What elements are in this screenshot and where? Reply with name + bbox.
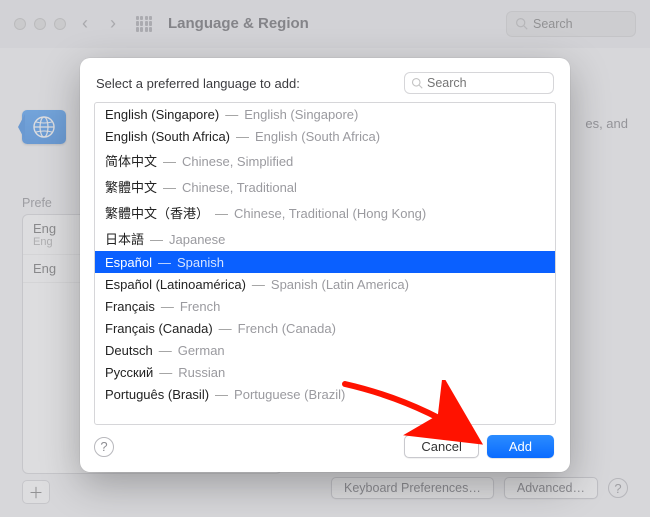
language-row[interactable]: 简体中文—Chinese, Simplified xyxy=(95,147,555,173)
sheet-help-button[interactable]: ? xyxy=(94,437,114,457)
separator-dash: — xyxy=(219,107,244,122)
language-list: English (Singapore)—English (Singapore)E… xyxy=(94,102,556,425)
language-english-name: English (Singapore) xyxy=(244,107,358,122)
language-native-name: 繁體中文 xyxy=(105,177,157,196)
language-english-name: Japanese xyxy=(169,232,225,247)
separator-dash: — xyxy=(153,365,178,380)
language-english-name: Chinese, Simplified xyxy=(182,154,293,169)
language-english-name: Spanish xyxy=(177,255,224,270)
language-english-name: Chinese, Traditional xyxy=(182,180,297,195)
cancel-button[interactable]: Cancel xyxy=(404,435,478,458)
language-row[interactable]: Español—Spanish xyxy=(95,251,555,273)
language-list-scroll[interactable]: English (Singapore)—English (Singapore)E… xyxy=(95,103,555,424)
language-row[interactable]: English (South Africa)—English (South Af… xyxy=(95,125,555,147)
language-native-name: 简体中文 xyxy=(105,151,157,170)
separator-dash: — xyxy=(246,277,271,292)
add-language-sheet: Select a preferred language to add: Engl… xyxy=(80,58,570,472)
language-english-name: English (South Africa) xyxy=(255,129,380,144)
separator-dash: — xyxy=(153,343,178,358)
sheet-prompt: Select a preferred language to add: xyxy=(96,76,394,91)
separator-dash: — xyxy=(155,299,180,314)
language-english-name: Portuguese (Brazil) xyxy=(234,387,345,402)
language-native-name: 繁體中文（香港） xyxy=(105,203,209,222)
sheet-header: Select a preferred language to add: xyxy=(80,58,570,102)
separator-dash: — xyxy=(209,387,234,402)
language-native-name: 日本語 xyxy=(105,229,144,248)
language-native-name: Français (Canada) xyxy=(105,321,213,336)
language-row[interactable]: Português (Brasil)—Portuguese (Brazil) xyxy=(95,383,555,405)
separator-dash: — xyxy=(230,129,255,144)
language-native-name: English (South Africa) xyxy=(105,129,230,144)
language-row[interactable]: Français (Canada)—French (Canada) xyxy=(95,317,555,339)
preferences-window: ‹ › Language & Region es, and Prefe Eng … xyxy=(0,0,650,517)
language-english-name: German xyxy=(178,343,225,358)
language-english-name: Spanish (Latin America) xyxy=(271,277,409,292)
separator-dash: — xyxy=(157,180,182,195)
language-native-name: Русский xyxy=(105,365,153,380)
language-native-name: Deutsch xyxy=(105,343,153,358)
language-english-name: Chinese, Traditional (Hong Kong) xyxy=(234,206,426,221)
language-english-name: French xyxy=(180,299,220,314)
language-english-name: French (Canada) xyxy=(238,321,336,336)
language-row[interactable]: English (Singapore)—English (Singapore) xyxy=(95,103,555,125)
language-native-name: Español (Latinoamérica) xyxy=(105,277,246,292)
language-row[interactable]: 日本語—Japanese xyxy=(95,225,555,251)
language-english-name: Russian xyxy=(178,365,225,380)
sheet-search-field[interactable] xyxy=(404,72,554,94)
language-native-name: Français xyxy=(105,299,155,314)
search-icon xyxy=(411,77,423,89)
separator-dash: — xyxy=(209,206,234,221)
language-native-name: English (Singapore) xyxy=(105,107,219,122)
separator-dash: — xyxy=(157,154,182,169)
language-row[interactable]: Español (Latinoamérica)—Spanish (Latin A… xyxy=(95,273,555,295)
separator-dash: — xyxy=(152,255,177,270)
separator-dash: — xyxy=(213,321,238,336)
sheet-footer: ? Cancel Add xyxy=(80,425,570,472)
add-button[interactable]: Add xyxy=(487,435,554,458)
language-row[interactable]: Русский—Russian xyxy=(95,361,555,383)
language-row[interactable]: 繁體中文—Chinese, Traditional xyxy=(95,173,555,199)
separator-dash: — xyxy=(144,232,169,247)
language-row[interactable]: Deutsch—German xyxy=(95,339,555,361)
language-native-name: Español xyxy=(105,255,152,270)
language-native-name: Português (Brasil) xyxy=(105,387,209,402)
language-row[interactable]: Français—French xyxy=(95,295,555,317)
sheet-search-input[interactable] xyxy=(427,76,537,90)
language-row[interactable]: 繁體中文（香港）—Chinese, Traditional (Hong Kong… xyxy=(95,199,555,225)
